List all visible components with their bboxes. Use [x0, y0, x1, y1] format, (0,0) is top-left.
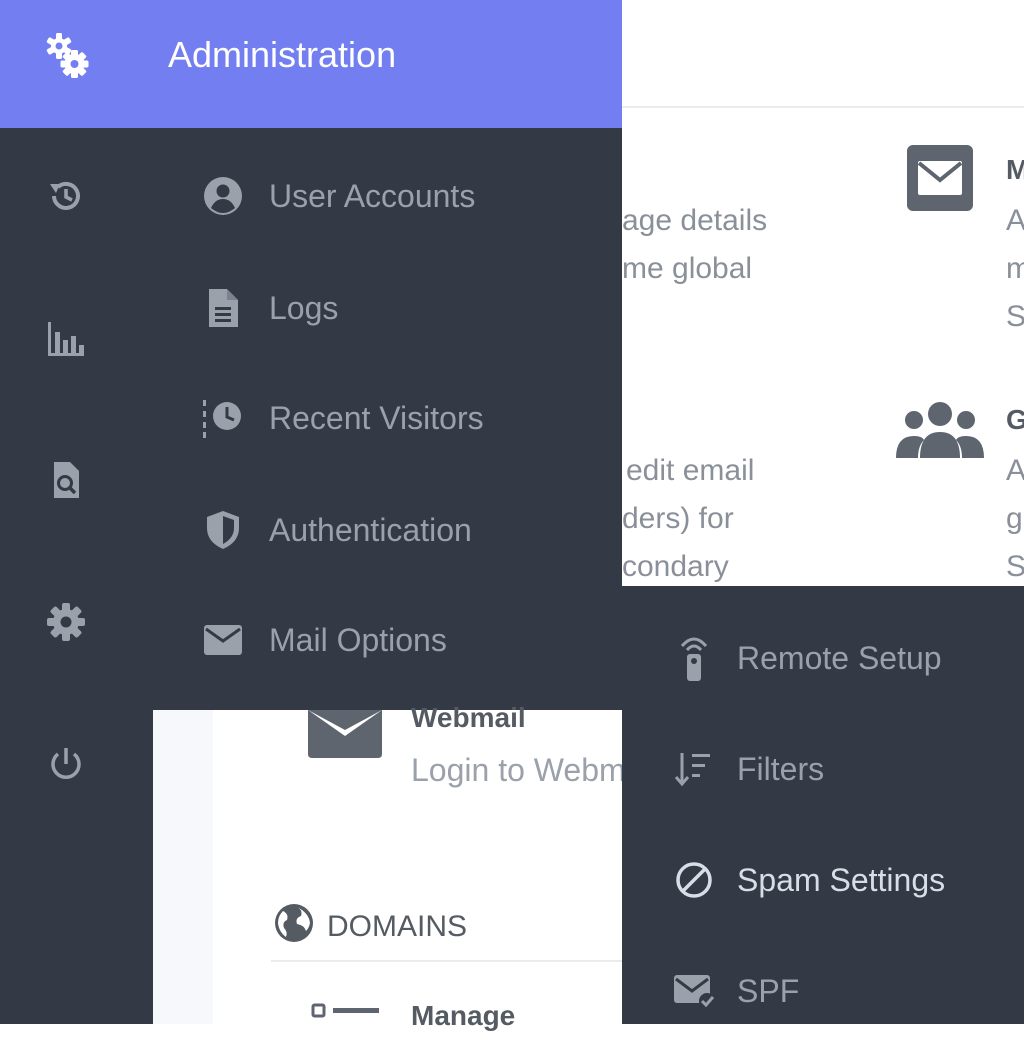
manage-title[interactable]: Manage: [411, 1000, 515, 1032]
menu-item-label: Logs: [269, 290, 339, 326]
recent-visitors-icon: [201, 396, 245, 440]
domains-section-header: DOMAINS: [273, 902, 467, 950]
card-desc-line: me global: [622, 252, 753, 285]
menu-item-label: Mail Options: [269, 622, 447, 658]
dashboard-content: age details me global edit email ders) f…: [622, 108, 1024, 586]
envelope-box-icon: [907, 145, 973, 211]
user-circle-icon: [201, 174, 245, 218]
menu-item-label: Remote Setup: [737, 640, 942, 676]
card-desc-line: g: [1006, 502, 1023, 535]
domains-label: DOMAINS: [327, 910, 468, 943]
shield-icon: [201, 508, 245, 552]
card-desc-line: ders) for: [622, 502, 734, 535]
card-desc-line: A: [1006, 204, 1024, 237]
history-icon[interactable]: [42, 172, 90, 220]
remote-icon: [670, 634, 718, 682]
menu-item-mail-options[interactable]: Mail Options: [153, 598, 622, 688]
divider: [271, 960, 622, 962]
card-desc-line: S: [1006, 300, 1024, 333]
menu-item-label: Authentication: [269, 512, 472, 548]
card-desc-line: m: [1006, 252, 1024, 285]
power-icon[interactable]: [42, 740, 90, 788]
ban-icon: [670, 856, 718, 904]
top-bar: [622, 0, 1024, 108]
menu-item-filters[interactable]: Filters: [622, 719, 1024, 819]
menu-item-spf[interactable]: SPF: [622, 941, 1024, 1041]
menu-item-logs[interactable]: Logs: [153, 266, 622, 356]
file-search-icon[interactable]: [42, 456, 90, 504]
file-text-icon: [201, 286, 245, 330]
envelope-check-icon: [670, 967, 718, 1015]
menu-item-label: Spam Settings: [737, 862, 946, 898]
list-item-icon: [311, 1003, 379, 1018]
menu-item-authentication[interactable]: Authentication: [153, 488, 622, 578]
admin-dropdown-menu: User Accounts Logs Recent Visitors Authe…: [153, 128, 622, 710]
card-desc-line: edit email: [626, 454, 755, 487]
menu-item-recent-visitors[interactable]: Recent Visitors: [153, 376, 622, 466]
menu-item-spam-settings[interactable]: Spam Settings: [622, 830, 1024, 930]
gears-icon: [46, 33, 89, 78]
menu-item-remote-setup[interactable]: Remote Setup: [622, 608, 1024, 708]
webmail-description: Login to Webm: [411, 752, 626, 788]
panel-strip: [153, 710, 213, 1024]
menu-item-label: Filters: [737, 751, 825, 787]
menu-item-label: Recent Visitors: [269, 400, 484, 436]
card-desc-line: S: [1006, 550, 1024, 583]
card-title: G: [1006, 404, 1024, 435]
users-group-icon: [896, 402, 984, 458]
globe-icon: [275, 904, 313, 942]
webmail-title[interactable]: Webmail: [411, 702, 526, 734]
sort-filter-icon: [670, 745, 718, 793]
icon-rail: [0, 128, 153, 1024]
card-title: M: [1006, 154, 1024, 185]
menu-item-user-accounts[interactable]: User Accounts: [153, 154, 622, 244]
bar-chart-icon[interactable]: [42, 314, 90, 362]
mail-options-dropdown: Remote Setup Filters Spam Settings SPF: [622, 586, 1024, 1024]
envelope-icon: [201, 618, 245, 662]
card-desc-line: A: [1006, 454, 1024, 487]
gear-icon[interactable]: [42, 598, 90, 646]
card-desc-line: age details: [622, 204, 768, 237]
card-desc-line: condary: [622, 550, 729, 583]
webmail-envelope-icon: [308, 710, 382, 758]
admin-menu-header[interactable]: Administration: [0, 0, 622, 128]
admin-title: Administration: [168, 34, 397, 75]
menu-item-label: SPF: [737, 973, 800, 1009]
menu-item-label: User Accounts: [269, 178, 476, 214]
dashboard-lower-panel: Webmail Login to Webm DOMAINS Manage: [153, 702, 626, 1031]
